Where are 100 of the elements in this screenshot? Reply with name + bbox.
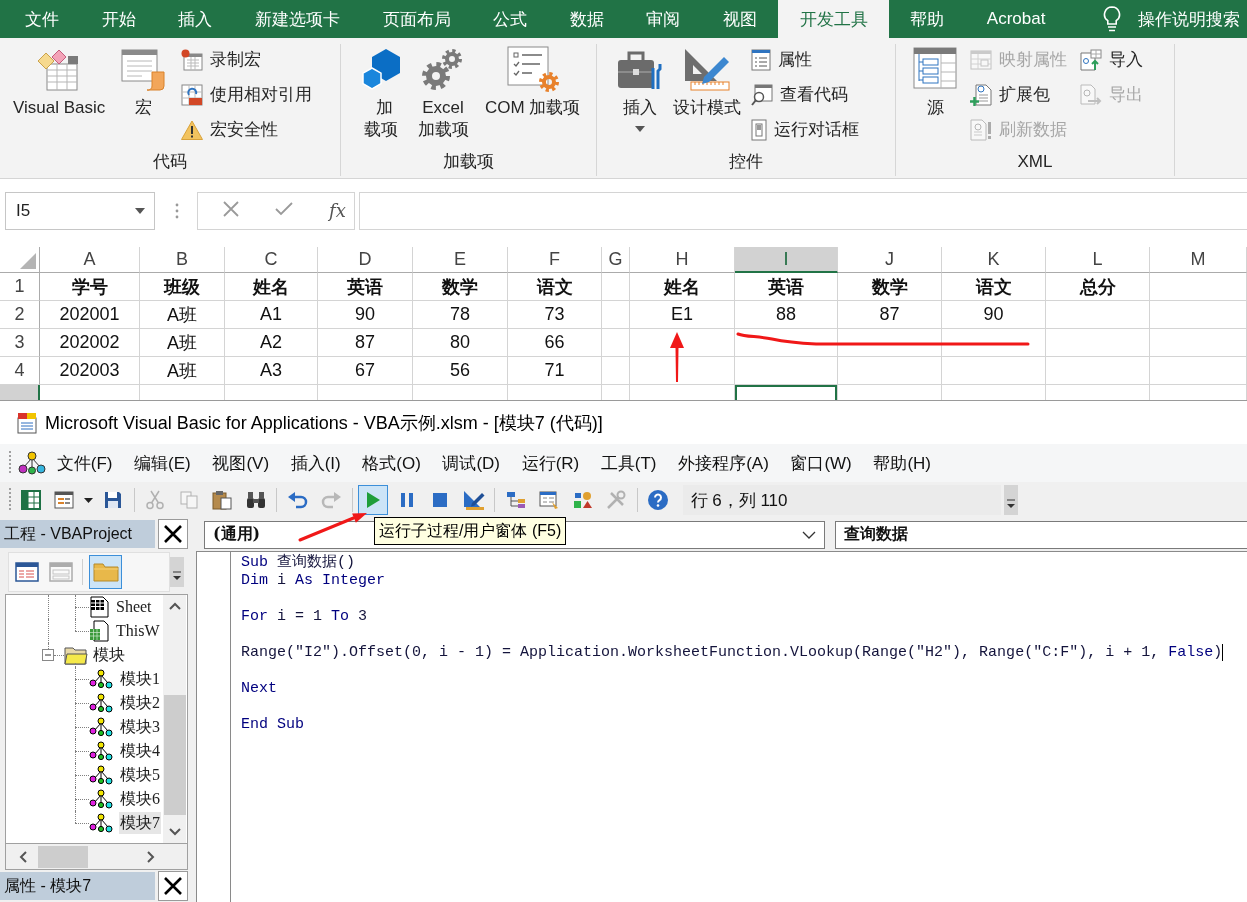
- ribbon-button[interactable]: 录制宏: [181, 42, 313, 77]
- sheet-cell[interactable]: 90: [318, 301, 413, 329]
- ribbon-tab[interactable]: Acrobat: [965, 0, 1067, 38]
- menu-item[interactable]: 文件(F): [46, 451, 124, 475]
- sheet-cell[interactable]: 56: [413, 357, 508, 385]
- ribbon-button[interactable]: 宏安全性: [181, 112, 313, 147]
- menu-item[interactable]: 插入(I): [279, 451, 352, 475]
- sheet-cell[interactable]: A2: [225, 329, 318, 357]
- lightbulb-icon[interactable]: [1103, 6, 1121, 32]
- ribbon-button[interactable]: 使用相对引用: [181, 77, 313, 112]
- sheet-cell[interactable]: 学号: [40, 273, 140, 301]
- sheet-cell[interactable]: [1046, 357, 1150, 385]
- tree-item[interactable]: 模块2: [119, 692, 161, 714]
- sheet-cell[interactable]: 71: [508, 357, 602, 385]
- sheet-cell[interactable]: [942, 357, 1046, 385]
- module-icon[interactable]: [89, 789, 113, 809]
- sheet-cell[interactable]: A班: [140, 329, 225, 357]
- tell-me-search[interactable]: 操作说明搜索: [1138, 7, 1240, 31]
- sheet-cell[interactable]: E1: [630, 301, 735, 329]
- sheet-cell[interactable]: 202001: [40, 301, 140, 329]
- tree-item[interactable]: 模块5: [119, 764, 161, 786]
- column-header[interactable]: L: [1046, 247, 1150, 273]
- toolbar-options-icon[interactable]: [1004, 485, 1018, 515]
- chevron-up-icon[interactable]: [168, 602, 181, 610]
- tree-item[interactable]: 模块4: [119, 740, 161, 762]
- ribbon-tab[interactable]: 页面布局: [361, 0, 472, 38]
- sheet-cell[interactable]: 数学: [413, 273, 508, 301]
- sheet-cell[interactable]: 语文: [508, 273, 602, 301]
- ribbon-button[interactable]: COM 加载项: [485, 46, 581, 119]
- sheet-cell[interactable]: 班级: [140, 273, 225, 301]
- ribbon-button[interactable]: 插入: [617, 46, 663, 132]
- tree-item[interactable]: 模块6: [119, 788, 161, 810]
- ribbon-button[interactable]: Visual Basic: [13, 46, 106, 119]
- sheet-cell[interactable]: 88: [735, 301, 838, 329]
- horizontal-scrollbar[interactable]: [5, 844, 188, 870]
- column-header[interactable]: F: [508, 247, 602, 273]
- sheet-cell[interactable]: [1046, 329, 1150, 357]
- insert-function-button[interactable]: fx: [329, 200, 346, 222]
- sheet-cell[interactable]: 英语: [735, 273, 838, 301]
- tree-item[interactable]: 模块1: [119, 668, 161, 690]
- sheet-cell[interactable]: 姓名: [225, 273, 318, 301]
- ribbon-button[interactable]: 宏: [121, 46, 166, 119]
- ribbon-button[interactable]: 查看代码: [751, 77, 859, 112]
- sheet-cell[interactable]: [735, 357, 838, 385]
- sheet-cell[interactable]: [838, 357, 942, 385]
- tree-item[interactable]: Sheet: [115, 596, 153, 618]
- column-header[interactable]: K: [942, 247, 1046, 273]
- column-header[interactable]: I: [735, 247, 838, 273]
- ribbon-button[interactable]: 源: [913, 46, 957, 119]
- name-box[interactable]: I5: [5, 192, 155, 230]
- ribbon-tab[interactable]: 开发工具: [778, 0, 889, 38]
- caret-icon[interactable]: [135, 208, 145, 214]
- sheet-cell[interactable]: 90: [942, 301, 1046, 329]
- scroll-thumb[interactable]: [163, 695, 186, 815]
- sheet-cell[interactable]: [1150, 329, 1247, 357]
- menu-item[interactable]: 视图(V): [201, 451, 280, 475]
- sheet-cell[interactable]: [1150, 301, 1247, 329]
- column-header[interactable]: G: [602, 247, 630, 273]
- sheet-cell[interactable]: 67: [318, 357, 413, 385]
- module-icon[interactable]: [89, 669, 113, 689]
- chevron-right-icon[interactable]: [147, 850, 155, 863]
- sheet-cell[interactable]: [1150, 273, 1247, 301]
- sheet-cell[interactable]: 数学: [838, 273, 942, 301]
- ribbon-button[interactable]: 设计模式: [673, 46, 741, 119]
- menu-item[interactable]: 格式(O): [351, 451, 432, 475]
- menu-item[interactable]: 外接程序(A): [667, 451, 780, 475]
- row-header[interactable]: 2: [0, 301, 40, 329]
- column-header[interactable]: E: [413, 247, 508, 273]
- sheet-cell[interactable]: [1150, 357, 1247, 385]
- sheet-cell[interactable]: 英语: [318, 273, 413, 301]
- sheet-cell[interactable]: 总分: [1046, 273, 1150, 301]
- menu-item[interactable]: 编辑(E): [123, 451, 202, 475]
- close-button[interactable]: [158, 519, 188, 549]
- ribbon-tab[interactable]: 公式: [471, 0, 549, 38]
- ribbon-tab[interactable]: 视图: [701, 0, 779, 38]
- sheet-cell[interactable]: A1: [225, 301, 318, 329]
- tree-item[interactable]: 模块7: [119, 812, 161, 834]
- menu-item[interactable]: 运行(R): [510, 451, 591, 475]
- sheet-cell[interactable]: 78: [413, 301, 508, 329]
- module-icon[interactable]: [89, 693, 113, 713]
- sheet-cell[interactable]: [735, 329, 838, 357]
- ribbon-button[interactable]: 运行对话框: [751, 112, 859, 147]
- select-all-icon[interactable]: [20, 253, 36, 269]
- sheet-cell[interactable]: 80: [413, 329, 508, 357]
- toolbar-options-icon[interactable]: [170, 557, 184, 587]
- sheet-cell[interactable]: [602, 357, 630, 385]
- menu-item[interactable]: 帮助(H): [862, 451, 942, 475]
- menu-item[interactable]: 调试(D): [431, 451, 511, 475]
- menu-item[interactable]: 工具(T): [590, 451, 668, 475]
- column-header[interactable]: B: [140, 247, 225, 273]
- sheet-cell[interactable]: A3: [225, 357, 318, 385]
- collapse-icon[interactable]: [42, 649, 54, 661]
- sheet-cell[interactable]: 202002: [40, 329, 140, 357]
- sheet-icon[interactable]: [89, 596, 109, 618]
- chevron-left-icon[interactable]: [19, 850, 27, 863]
- ribbon-tab[interactable]: 数据: [548, 0, 626, 38]
- sheet-cell[interactable]: 87: [318, 329, 413, 357]
- menu-item[interactable]: 窗口(W): [779, 451, 863, 475]
- ribbon-tab[interactable]: 审阅: [625, 0, 702, 38]
- workbook-icon[interactable]: [89, 620, 109, 642]
